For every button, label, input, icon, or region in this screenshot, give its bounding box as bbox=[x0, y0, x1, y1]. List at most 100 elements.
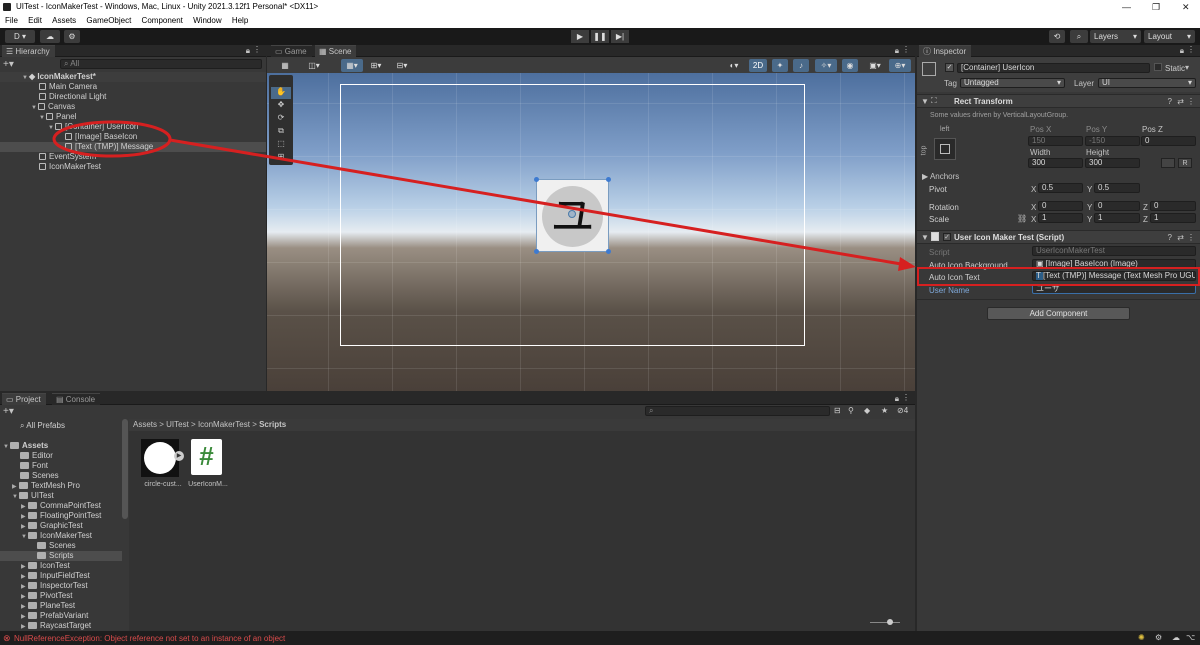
hierarchy-item[interactable]: Main Camera bbox=[0, 82, 97, 92]
scale-tool-icon[interactable]: ⧉ bbox=[271, 126, 291, 138]
hierarchy-item[interactable]: ▼ [Container] UserIcon bbox=[0, 122, 138, 132]
anchor-preset-button[interactable] bbox=[934, 138, 956, 160]
tab-scene[interactable]: ▦ Scene bbox=[315, 45, 357, 57]
script-component-header[interactable]: ▼ ✓ User Icon Maker Test (Script) ? ⇄ ⋮ bbox=[917, 230, 1200, 244]
favorite-item[interactable]: ⌕ All Prefabs bbox=[0, 421, 65, 431]
lock-icon[interactable]: 🔒︎ bbox=[895, 46, 899, 56]
corner-handle[interactable] bbox=[534, 177, 539, 182]
tree-item[interactable]: ▶ CommaPointTest bbox=[0, 501, 101, 511]
asset-item[interactable]: ▶ bbox=[139, 439, 184, 483]
project-search-input[interactable]: ⌕ bbox=[645, 406, 830, 416]
tree-item[interactable]: ▶ InspectorTest bbox=[0, 581, 88, 591]
history-icon[interactable]: ⟲ bbox=[1049, 30, 1065, 43]
lock-icon[interactable]: 🔒︎ bbox=[246, 46, 250, 56]
add-icon[interactable]: +▾ bbox=[3, 59, 14, 70]
hierarchy-item[interactable]: [Image] BaseIcon bbox=[0, 132, 137, 142]
breadcrumb-item[interactable]: UITest bbox=[166, 420, 189, 429]
cache-icon[interactable]: ⚙ bbox=[1155, 633, 1162, 642]
expand-icon[interactable]: ▶ bbox=[174, 451, 184, 461]
cloud-icon[interactable]: ☁ bbox=[40, 30, 60, 43]
preset-icon[interactable]: ⇄ bbox=[1177, 97, 1184, 106]
filter-tag-icon[interactable]: ◆ bbox=[864, 406, 870, 415]
tree-item[interactable]: ▼ IconMakerTest bbox=[0, 531, 92, 541]
minimize-icon[interactable]: — bbox=[1122, 0, 1131, 14]
account-button[interactable]: D ▾ bbox=[5, 30, 35, 43]
maximize-icon[interactable]: ❐ bbox=[1152, 0, 1160, 14]
hierarchy-item[interactable]: ▼ Panel bbox=[0, 112, 76, 122]
tree-item[interactable]: Editor bbox=[0, 451, 53, 461]
tree-item[interactable]: Scenes bbox=[0, 471, 59, 481]
align-icon[interactable]: ⊟▾ bbox=[391, 59, 413, 72]
tag-dropdown[interactable]: Untagged ▾ bbox=[960, 78, 1065, 88]
width-field[interactable]: 300 bbox=[1028, 158, 1083, 168]
play-button[interactable]: ▶ bbox=[571, 30, 589, 43]
zoom-slider-thumb[interactable] bbox=[887, 619, 893, 625]
pivot-x-field[interactable]: 0.5 bbox=[1038, 183, 1083, 193]
hierarchy-item[interactable]: IconMakerTest bbox=[0, 162, 101, 172]
tree-item[interactable]: ▼ Assets bbox=[0, 441, 48, 451]
static-checkbox[interactable] bbox=[1154, 63, 1162, 71]
tree-item[interactable]: ▶ TextMesh Pro bbox=[0, 481, 80, 491]
transform-tool-icon[interactable]: ⊞ bbox=[271, 152, 291, 164]
blueprint-mode-button[interactable] bbox=[1161, 158, 1175, 168]
rect-tool-icon[interactable]: ⬚ bbox=[271, 139, 291, 151]
tree-item[interactable]: ▶ PivotTest bbox=[0, 591, 72, 601]
tree-item[interactable]: Font bbox=[0, 461, 48, 471]
gizmos-icon[interactable]: ⊕▾ bbox=[889, 59, 911, 72]
collab-status-icon[interactable]: ☁ bbox=[1172, 633, 1180, 642]
menu-gameobject[interactable]: GameObject bbox=[86, 16, 131, 25]
zoom-slider[interactable] bbox=[870, 622, 900, 623]
kebab-menu-icon[interactable]: ⋮ bbox=[902, 393, 910, 402]
filter-label-icon[interactable]: ⚲ bbox=[848, 406, 854, 415]
pause-button[interactable]: ❚❚ bbox=[591, 30, 609, 43]
help-icon[interactable]: ? bbox=[1168, 97, 1172, 106]
collab-icon[interactable]: ⚙ bbox=[64, 30, 80, 43]
tree-item[interactable]: ▶ PrefabVariant bbox=[0, 611, 88, 621]
effects-icon[interactable]: ✧▾ bbox=[815, 59, 837, 72]
pivot-y-field[interactable]: 0.5 bbox=[1094, 183, 1140, 193]
lock-icon[interactable]: 🔒︎ bbox=[895, 394, 899, 404]
breadcrumb-item[interactable]: Assets bbox=[133, 420, 157, 429]
hand-tool-icon[interactable]: ✋ bbox=[271, 87, 291, 99]
csharp-script-icon[interactable]: # bbox=[191, 439, 222, 475]
tab-game[interactable]: ▭ Game bbox=[271, 45, 312, 57]
breadcrumb-item[interactable]: IconMakerTest bbox=[198, 420, 250, 429]
menu-component[interactable]: Component bbox=[142, 16, 183, 25]
pos-z-field[interactable]: 0 bbox=[1141, 136, 1196, 146]
layers-dropdown[interactable]: Layers ▾ bbox=[1090, 30, 1141, 43]
tree-item-selected[interactable]: Scripts bbox=[0, 551, 122, 561]
anchors-foldout[interactable]: ▶ Anchors bbox=[922, 172, 959, 181]
tree-item[interactable]: ▼ UITest bbox=[0, 491, 54, 501]
pivot-handle[interactable] bbox=[568, 210, 576, 218]
2d-toggle-button[interactable]: 2D bbox=[749, 59, 767, 72]
raw-edit-button[interactable]: R bbox=[1178, 158, 1192, 168]
layer-dropdown[interactable]: UI ▾ bbox=[1098, 78, 1196, 88]
favorite-icon[interactable]: ★ bbox=[881, 406, 888, 415]
debug-mode-icon[interactable]: ⌥ bbox=[1186, 633, 1195, 642]
kebab-menu-icon[interactable]: ⋮ bbox=[902, 45, 910, 54]
static-dropdown-icon[interactable]: ▾ bbox=[1185, 63, 1189, 72]
constrain-proportions-icon[interactable]: ⛓ bbox=[1017, 214, 1027, 223]
tree-item[interactable]: ▶ IconTest bbox=[0, 561, 70, 571]
preset-icon[interactable]: ⇄ bbox=[1177, 233, 1184, 242]
tab-console[interactable]: ▤ Console bbox=[52, 393, 101, 405]
shading-icon[interactable]: ◫▾ bbox=[303, 59, 325, 72]
status-error-text[interactable]: NullReferenceException: Object reference… bbox=[14, 634, 285, 643]
component-menu-icon[interactable]: ⋮ bbox=[1187, 97, 1195, 106]
corner-handle[interactable] bbox=[534, 249, 539, 254]
progress-icon[interactable]: ✺ bbox=[1138, 633, 1145, 642]
move-tool-icon[interactable]: ✥ bbox=[271, 100, 291, 112]
kebab-menu-icon[interactable]: ⋮ bbox=[1187, 45, 1195, 54]
corner-handle[interactable] bbox=[606, 177, 611, 182]
active-checkbox[interactable]: ✓ bbox=[945, 63, 954, 72]
rect-transform-header[interactable]: ▼ ⛶ Rect Transform ? ⇄ ⋮ bbox=[917, 94, 1200, 108]
hierarchy-item[interactable]: ▼ Canvas bbox=[0, 102, 75, 112]
step-button[interactable]: ▶| bbox=[611, 30, 629, 43]
scale-x-field[interactable]: 1 bbox=[1038, 213, 1083, 223]
tab-hierarchy[interactable]: ☰ Hierarchy bbox=[2, 45, 55, 57]
rotation-x-field[interactable]: 0 bbox=[1038, 201, 1083, 211]
help-icon[interactable]: ? bbox=[1168, 233, 1172, 242]
enabled-checkbox[interactable]: ✓ bbox=[943, 233, 951, 241]
search-icon[interactable]: ⌕ bbox=[1070, 30, 1088, 43]
hierarchy-item[interactable]: EventSystem bbox=[0, 152, 96, 162]
